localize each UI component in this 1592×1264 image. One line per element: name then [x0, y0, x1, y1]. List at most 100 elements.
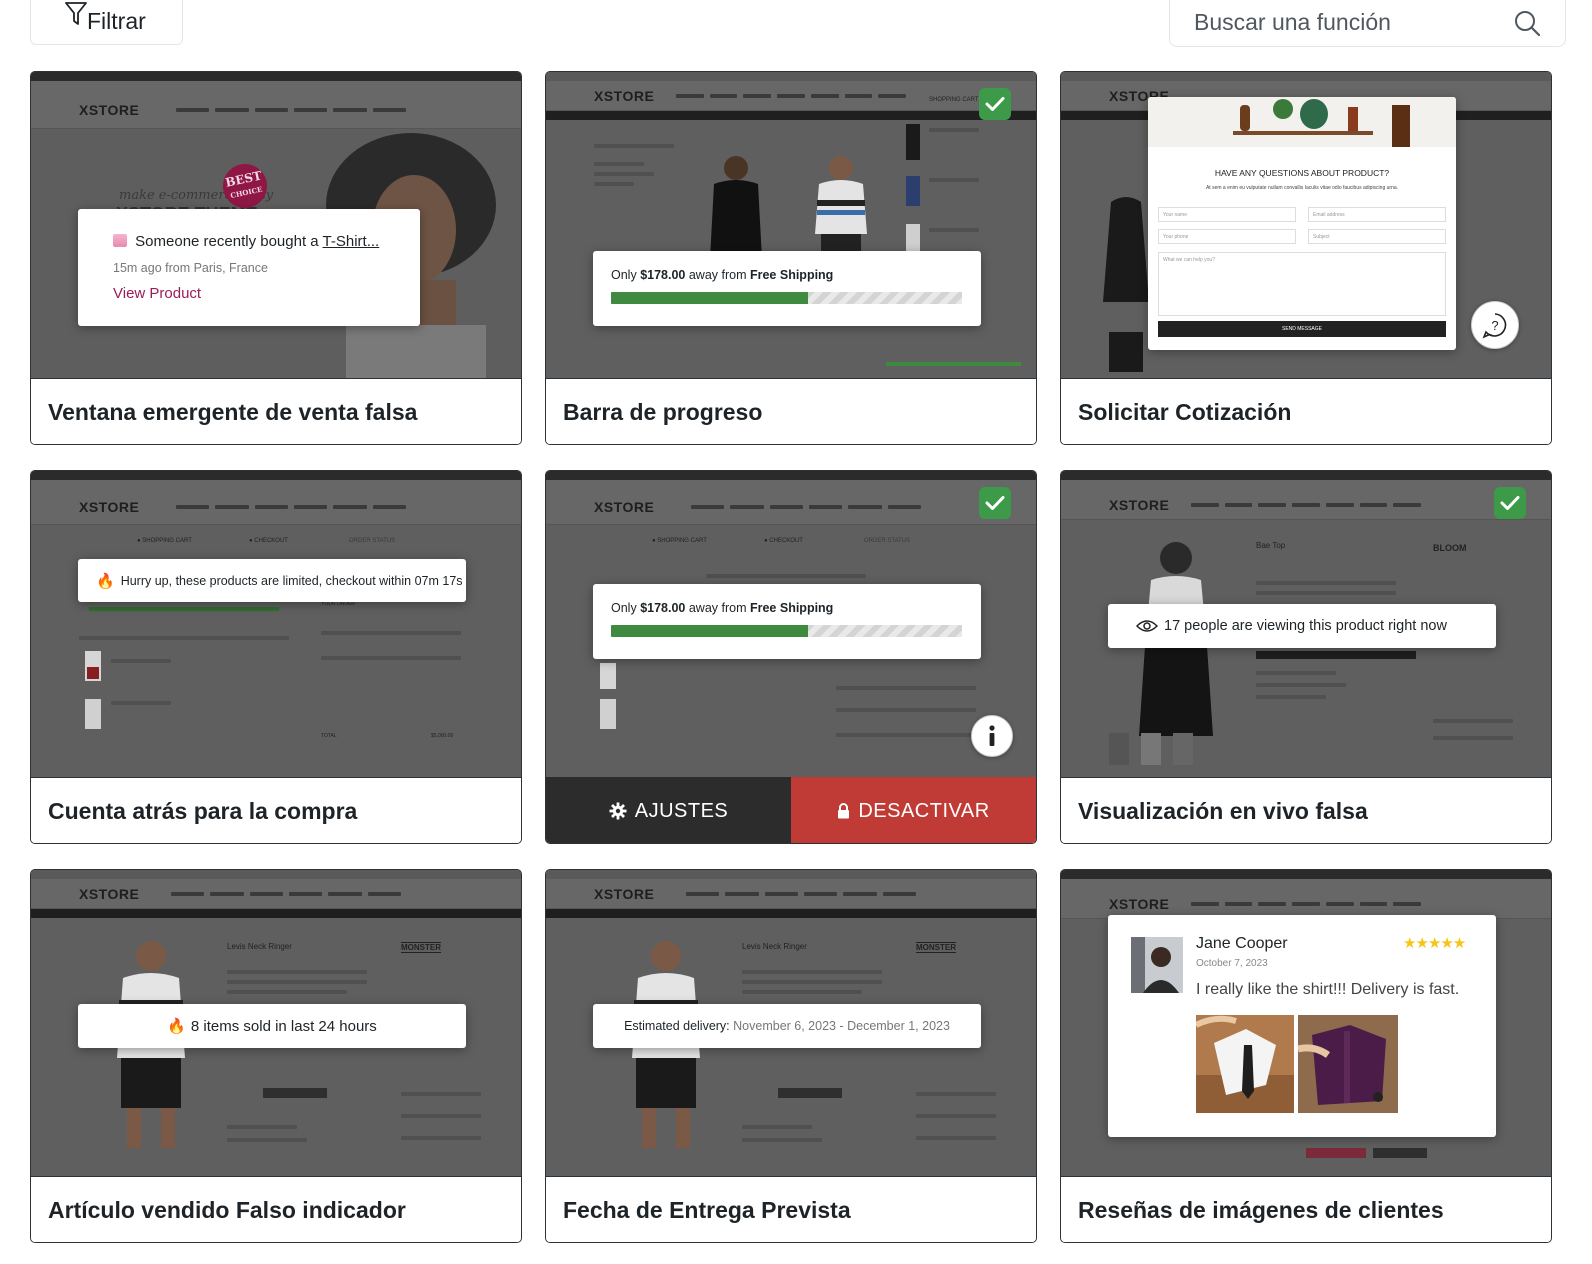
star-rating: ★★★★★	[1403, 935, 1466, 952]
feature-card-estimated-delivery[interactable]: XSTORE Levis Neck Ringer MONSTER Estimat…	[545, 869, 1037, 1243]
countdown-text: Hurry up, these products are limited, ch…	[120, 573, 463, 588]
search-input[interactable]	[1194, 9, 1513, 36]
send-message-button[interactable]: SEND MESSAGE	[1158, 321, 1446, 337]
name-field[interactable]: Your name	[1158, 207, 1296, 222]
subject-field[interactable]: Subject	[1308, 229, 1446, 244]
filter-label: Filtrar	[87, 8, 146, 34]
product-name: Levis Neck Ringer	[227, 942, 292, 951]
review-text: I really like the shirt!!! Delivery is f…	[1196, 981, 1460, 998]
checkout-step-3: ORDER STATUS	[864, 538, 911, 544]
store-logo: XSTORE	[79, 886, 140, 902]
filter-button[interactable]: Filtrar	[30, 0, 183, 45]
product-name: Levis Neck Ringer	[742, 942, 807, 951]
help-icon[interactable]: ?	[1471, 301, 1519, 349]
checkout-step-2: ● CHECKOUT	[764, 538, 803, 544]
shelf-image	[1148, 97, 1456, 147]
feature-card-progress-bar[interactable]: XSTORE SHOPPING CART Only $178.00 away f…	[545, 71, 1037, 445]
lock-icon	[838, 803, 850, 819]
deactivate-button[interactable]: DESACTIVAR	[791, 777, 1036, 843]
active-check-icon	[979, 88, 1011, 120]
feature-preview: XSTORE ● SHOPPING CART ● CHECKOUT ORDER …	[31, 471, 521, 777]
feature-title: Artículo vendido Falso indicador	[31, 1176, 521, 1242]
reviewer-name: Jane Cooper	[1196, 935, 1288, 952]
review-card: Jane Cooper October 7, 2023 ★★★★★ I real…	[1108, 915, 1496, 1137]
search-icon[interactable]	[1513, 9, 1541, 37]
brand-logo: MONSTER	[401, 942, 441, 953]
total-value: $5,000.00	[431, 733, 454, 739]
search-box[interactable]	[1169, 0, 1566, 47]
feature-card-request-quote[interactable]: XSTORE HAVE ANY QUESTIONS ABOUT PRODUCT?…	[1060, 71, 1552, 445]
feature-card-progress-bar-checkout[interactable]: XSTORE ● SHOPPING CART ● CHECKOUT ORDER …	[545, 470, 1037, 844]
fire-icon: 🔥	[167, 1018, 186, 1035]
product-name: Bae Top	[1256, 541, 1286, 550]
shopping-bag-icon	[113, 234, 127, 247]
estimated-delivery-popup: Estimated delivery: November 6, 2023 - D…	[593, 1004, 981, 1048]
cart-label: SHOPPING CART	[929, 97, 979, 103]
feature-preview: XSTORE Jane Cooper October 7, 2023 ★★★★★…	[1061, 870, 1551, 1176]
feature-preview: XSTORE Bae Top BLOOM 17 people are viewi…	[1061, 471, 1551, 777]
store-logo: XSTORE	[1109, 896, 1170, 912]
email-field[interactable]: Email address	[1308, 207, 1446, 222]
free-shipping-popup: Only $178.00 away from Free Shipping	[593, 251, 981, 326]
product-image	[815, 156, 867, 259]
feature-preview: XSTORE Levis Neck Ringer MONSTER Estimat…	[546, 870, 1036, 1176]
feature-card-fake-live-viewing[interactable]: XSTORE Bae Top BLOOM 17 people are viewi…	[1060, 470, 1552, 844]
active-check-icon	[1494, 487, 1526, 519]
feature-title: Barra de progreso	[546, 378, 1036, 444]
reviewer-avatar	[1131, 937, 1183, 993]
cart-item-image	[600, 663, 616, 729]
feature-card-customer-image-reviews[interactable]: XSTORE Jane Cooper October 7, 2023 ★★★★★…	[1060, 869, 1552, 1243]
store-logo: XSTORE	[79, 499, 140, 515]
sold-text: 8 items sold in last 24 hours	[190, 1017, 377, 1035]
feature-title: Reseñas de imágenes de clientes	[1061, 1176, 1551, 1242]
settings-button[interactable]: AJUSTES	[546, 777, 791, 843]
feature-card-fake-sold-indicator[interactable]: XSTORE Levis Neck Ringer MONSTER 🔥 8 ite…	[30, 869, 522, 1243]
shipping-progress-bar	[611, 625, 962, 637]
checkout-step-1: ● SHOPPING CART	[137, 538, 192, 544]
checkout-step-3: ORDER STATUS	[349, 538, 396, 544]
eye-icon	[1136, 620, 1158, 632]
viewers-text: 17 people are viewing this product right…	[1164, 618, 1447, 634]
checkout-step-2: ● CHECKOUT	[249, 538, 288, 544]
store-logo: XSTORE	[594, 886, 655, 902]
review-photo-purple-shirt[interactable]	[1298, 1015, 1398, 1113]
brand-logo: MONSTER	[916, 942, 956, 953]
feature-title: Solicitar Cotización	[1061, 378, 1551, 444]
store-logo: XSTORE	[594, 88, 655, 104]
form-subtitle: At sem a enim eu vulputate nullam conval…	[1205, 185, 1399, 191]
cart-item-image	[85, 651, 101, 729]
review-date: October 7, 2023	[1196, 958, 1268, 969]
checkout-step-1: ● SHOPPING CART	[652, 538, 707, 544]
quote-form-modal: HAVE ANY QUESTIONS ABOUT PRODUCT? At sem…	[1148, 97, 1456, 350]
settings-label: AJUSTES	[634, 799, 729, 822]
brand-logo: BLOOM	[1433, 543, 1467, 553]
message-field[interactable]: What we can help you?	[1158, 252, 1446, 316]
popup-product-link[interactable]: T-Shirt...	[323, 233, 380, 250]
feature-preview: XSTORE ● SHOPPING CART ● CHECKOUT ORDER …	[546, 471, 1036, 777]
feature-title: Visualización en vivo falsa	[1061, 777, 1551, 843]
cart-thumb	[906, 124, 920, 254]
feature-title: Fecha de Entrega Prevista	[546, 1176, 1036, 1242]
fake-sale-popup: Someone recently bought a T-Shirt... 15m…	[78, 209, 420, 326]
delivery-label: Estimated delivery:	[624, 1019, 730, 1033]
deactivate-label: DESACTIVAR	[858, 799, 990, 822]
countdown-popup: 🔥 Hurry up, these products are limited, …	[78, 559, 466, 602]
feature-card-checkout-countdown[interactable]: XSTORE ● SHOPPING CART ● CHECKOUT ORDER …	[30, 470, 522, 844]
review-photo-white-shirt[interactable]	[1196, 1015, 1294, 1113]
info-icon[interactable]	[971, 715, 1013, 757]
free-shipping-popup: Only $178.00 away from Free Shipping	[593, 584, 981, 659]
feature-title: Cuenta atrás para la compra	[31, 777, 521, 843]
phone-field[interactable]: Your phone	[1158, 229, 1296, 244]
feature-preview: XSTORE SHOPPING CART Only $178.00 away f…	[546, 72, 1036, 378]
store-logo: XSTORE	[79, 102, 140, 118]
delivery-dates: November 6, 2023 - December 1, 2023	[729, 1019, 950, 1033]
svg-text:?: ?	[1491, 318, 1498, 333]
view-product-link[interactable]: View Product	[113, 285, 420, 302]
feature-title: Ventana emergente de venta falsa	[31, 378, 521, 444]
store-logo: XSTORE	[594, 499, 655, 515]
total-label: TOTAL	[321, 733, 337, 739]
form-title: HAVE ANY QUESTIONS ABOUT PRODUCT?	[1214, 168, 1390, 178]
filter-icon	[65, 2, 87, 25]
feature-card-fake-sale-popup[interactable]: XSTORE make e-commerce easy XSTORE THEME…	[30, 71, 522, 445]
feature-preview: XSTORE make e-commerce easy XSTORE THEME…	[31, 72, 521, 378]
